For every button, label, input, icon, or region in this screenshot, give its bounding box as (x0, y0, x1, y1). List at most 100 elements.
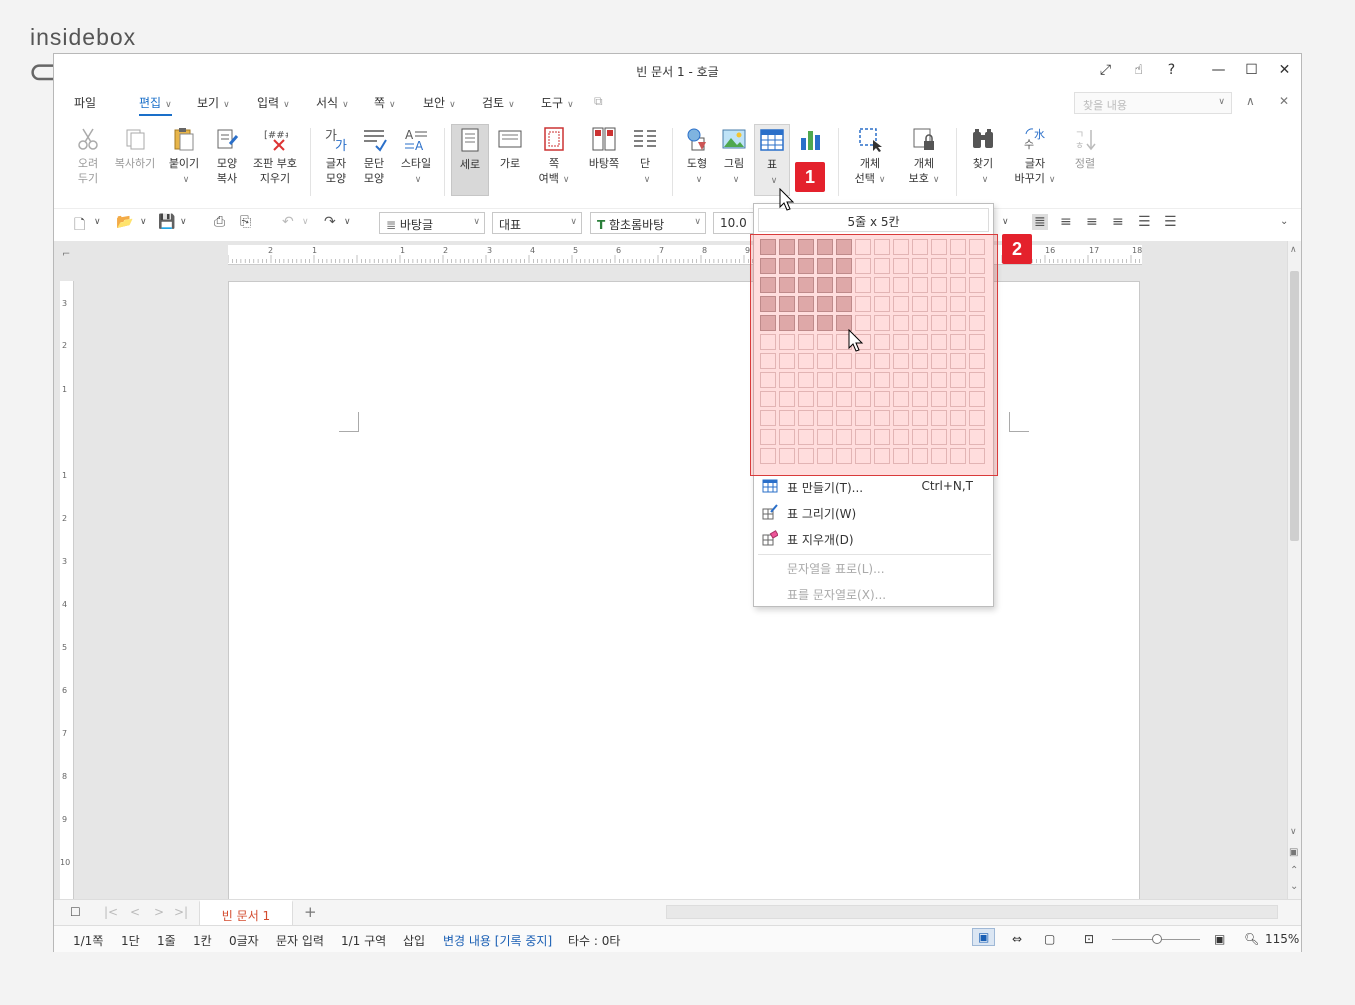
shape-copy-button[interactable]: 모양 복사 (208, 126, 246, 186)
grid-cell[interactable] (760, 315, 776, 331)
grid-cell[interactable] (969, 429, 985, 445)
grid-cell[interactable] (760, 372, 776, 388)
menu-item-draw-table[interactable]: 표 그리기(W) (761, 502, 991, 524)
close-ribbon-icon[interactable]: ✕ (1279, 94, 1289, 108)
grid-cell[interactable] (912, 353, 928, 369)
grid-cell[interactable] (817, 391, 833, 407)
split-align-icon[interactable]: ☰ (1164, 214, 1177, 230)
grid-cell[interactable] (855, 296, 871, 312)
expand-toolbar-icon[interactable]: ⌄ (1280, 216, 1288, 227)
grid-cell[interactable] (893, 296, 909, 312)
grid-cell[interactable] (798, 334, 814, 350)
status-input-mode[interactable]: 문자 입력 (276, 932, 324, 949)
menu-insert[interactable]: 입력 ∨ (257, 94, 290, 111)
grid-cell[interactable] (760, 239, 776, 255)
grid-cell[interactable] (836, 353, 852, 369)
menu-review[interactable]: 검토 ∨ (482, 94, 515, 111)
grid-cell[interactable] (912, 315, 928, 331)
grid-cell[interactable] (893, 239, 909, 255)
status-page[interactable]: 1/1쪽 (73, 932, 103, 949)
grid-cell[interactable] (855, 391, 871, 407)
tab-document-1[interactable]: 빈 문서 1 (199, 900, 293, 926)
grid-cell[interactable] (912, 429, 928, 445)
grid-cell[interactable] (912, 277, 928, 293)
document-page[interactable] (228, 281, 1140, 899)
grid-cell[interactable] (931, 258, 947, 274)
grid-cell[interactable] (836, 410, 852, 426)
grid-cell[interactable] (931, 410, 947, 426)
master-page-button[interactable]: 바탕쪽 (584, 126, 624, 171)
grid-cell[interactable] (950, 296, 966, 312)
grid-cell[interactable] (950, 448, 966, 464)
menu-view[interactable]: 보기 ∨ (197, 94, 230, 111)
new-doc-icon[interactable]: 🗋 (74, 214, 85, 238)
grid-cell[interactable] (950, 334, 966, 350)
protect-object-button[interactable]: 개체 보호 ∨ (904, 126, 944, 188)
paste-button[interactable]: 붙이기 ∨ (164, 126, 204, 188)
grid-cell[interactable] (798, 429, 814, 445)
char-shape-button[interactable]: 가가 글자 모양 (318, 126, 354, 186)
menu-security[interactable]: 보안 ∨ (423, 94, 456, 111)
grid-cell[interactable] (760, 258, 776, 274)
grid-cell[interactable] (969, 239, 985, 255)
scrollbar-thumb[interactable] (1290, 271, 1299, 541)
vertical-scrollbar[interactable]: ∧ ∨ ▣ ⌃ ⌄ (1287, 241, 1301, 901)
grid-cell[interactable] (969, 372, 985, 388)
copy-button[interactable]: 복사하기 (110, 126, 160, 171)
grid-cell[interactable] (950, 429, 966, 445)
chevron-down-icon[interactable]: ∨ (94, 217, 101, 227)
grid-cell[interactable] (874, 296, 890, 312)
next-page-icon[interactable]: ⌄ (1290, 881, 1298, 892)
grid-cell[interactable] (893, 448, 909, 464)
distribute-align-icon[interactable]: ☰ (1138, 214, 1151, 230)
grid-cell[interactable] (817, 410, 833, 426)
justify-align-icon[interactable]: ≣ (1032, 214, 1048, 230)
grid-cell[interactable] (950, 410, 966, 426)
last-tab-icon[interactable]: >| (174, 905, 188, 919)
grid-cell[interactable] (969, 296, 985, 312)
grid-cell[interactable] (912, 391, 928, 407)
grid-cell[interactable] (969, 391, 985, 407)
maximize-button[interactable]: ☐ (1235, 54, 1268, 86)
grid-cell[interactable] (931, 391, 947, 407)
grid-cell[interactable] (855, 410, 871, 426)
grid-cell[interactable] (855, 277, 871, 293)
first-tab-icon[interactable]: |< (104, 905, 118, 919)
grid-cell[interactable] (893, 372, 909, 388)
grid-cell[interactable] (779, 353, 795, 369)
grid-cell[interactable] (817, 239, 833, 255)
open-folder-icon[interactable]: 📂 (116, 214, 133, 230)
find-input[interactable]: 찾을 내용 ∨ (1074, 92, 1232, 114)
fullscreen-icon[interactable]: ⤢ (1089, 54, 1122, 86)
grid-cell[interactable] (798, 448, 814, 464)
grid-cell[interactable] (912, 239, 928, 255)
grid-cell[interactable] (836, 239, 852, 255)
grid-cell[interactable] (874, 239, 890, 255)
grid-cell[interactable] (817, 315, 833, 331)
grid-cell[interactable] (893, 391, 909, 407)
print-icon[interactable]: ⎙ (214, 214, 225, 230)
menu-item-create-table[interactable]: 표 만들기(T)... Ctrl+N,T (761, 476, 991, 498)
fit-width-icon[interactable]: ⇔ (1012, 932, 1022, 946)
grid-cell[interactable] (912, 334, 928, 350)
touch-mode-icon[interactable]: ☝ (1122, 54, 1155, 86)
sort-button[interactable]: ㄱㅎ 정렬 (1068, 126, 1102, 171)
close-button[interactable]: ✕ (1268, 54, 1301, 86)
grid-cell[interactable] (874, 448, 890, 464)
grid-cell[interactable] (912, 372, 928, 388)
grid-cell[interactable] (779, 258, 795, 274)
grid-cell[interactable] (950, 239, 966, 255)
grid-cell[interactable] (798, 296, 814, 312)
grid-cell[interactable] (779, 410, 795, 426)
grid-cell[interactable] (817, 296, 833, 312)
grid-cell[interactable] (893, 334, 909, 350)
fit-page-icon[interactable]: ▢ (1044, 932, 1055, 946)
align-left-icon[interactable]: ≡ (1060, 214, 1072, 230)
grid-cell[interactable] (836, 448, 852, 464)
select-object-button[interactable]: 개체 선택 ∨ (850, 126, 890, 188)
grid-cell[interactable] (760, 296, 776, 312)
grid-cell[interactable] (779, 429, 795, 445)
menu-edit[interactable]: 편집 ∨ (139, 94, 172, 116)
grid-cell[interactable] (893, 315, 909, 331)
chevron-down-icon[interactable]: ∨ (180, 217, 187, 227)
